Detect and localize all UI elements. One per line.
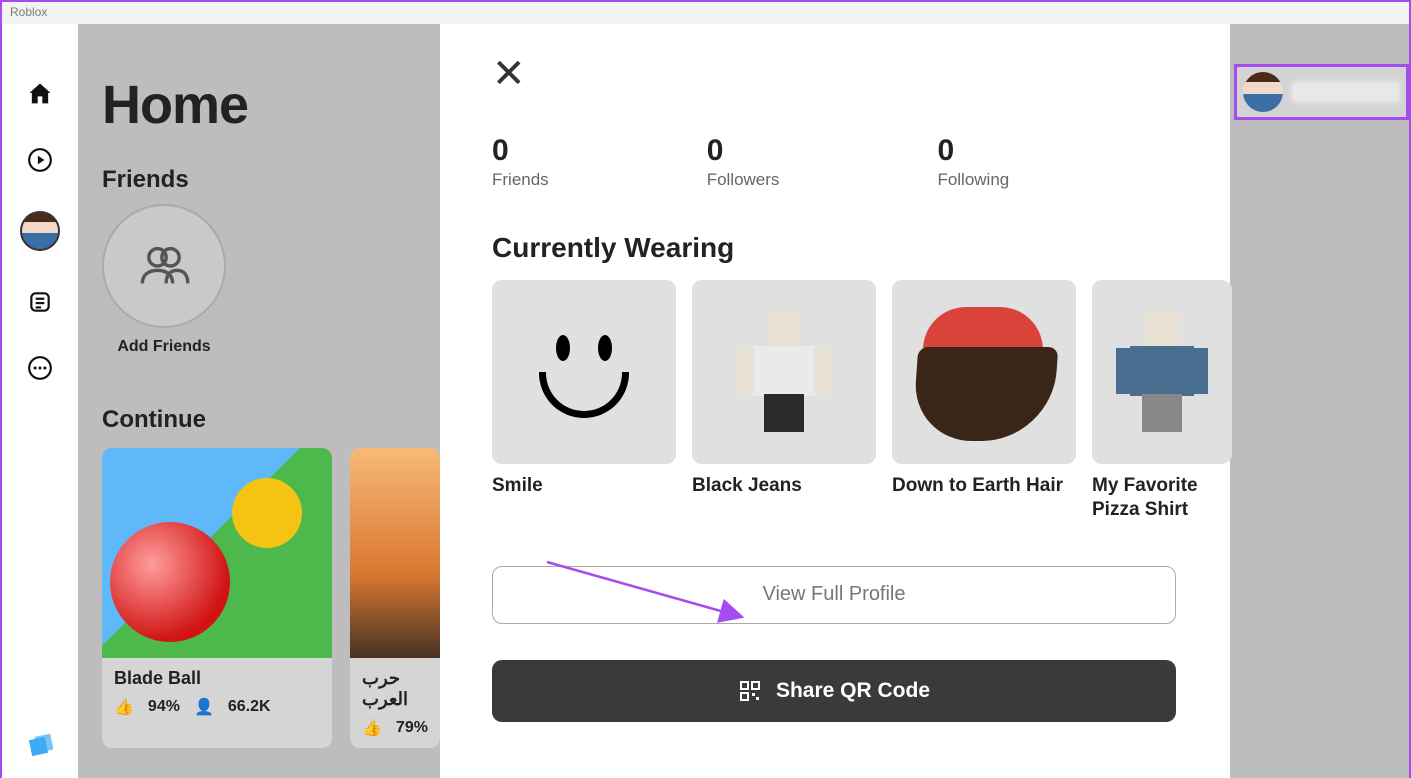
profile-side-panel: ✕ 0 Friends 0 Followers 0 Following Curr… xyxy=(440,24,1230,778)
thumbs-up-icon: 👍 xyxy=(114,697,134,717)
add-friends-button[interactable] xyxy=(102,204,226,328)
item-name: My Favorite Pizza Shirt xyxy=(1092,474,1232,522)
item-name: Smile xyxy=(492,474,676,498)
game-title: حرب العرب xyxy=(362,668,428,710)
username-blurred xyxy=(1291,81,1400,103)
game-thumbnail xyxy=(102,448,332,658)
view-full-profile-button[interactable]: View Full Profile xyxy=(492,566,1176,624)
left-sidebar xyxy=(2,24,78,778)
game-card[interactable]: حرب العرب 👍 79% xyxy=(350,448,440,748)
thumbs-up-icon: 👍 xyxy=(362,718,382,738)
stat-following[interactable]: 0 Following xyxy=(937,134,1009,190)
home-icon[interactable] xyxy=(25,79,55,109)
window-titlebar: Roblox xyxy=(2,2,1409,24)
share-qr-code-button[interactable]: Share QR Code xyxy=(492,660,1176,722)
wearing-item[interactable]: My Favorite Pizza Shirt xyxy=(1092,280,1232,522)
wearing-item[interactable]: Smile xyxy=(492,280,676,522)
wearing-items-row: Smile Black Jeans Down to Earth Hair xyxy=(492,280,1230,522)
stat-value: 0 xyxy=(707,134,780,168)
game-thumbnail xyxy=(350,448,440,658)
sidebar-avatar[interactable] xyxy=(20,211,60,251)
share-qr-label: Share QR Code xyxy=(776,679,930,703)
game-rating: 79% xyxy=(396,719,428,737)
stat-value: 0 xyxy=(492,134,549,168)
qr-icon xyxy=(738,679,762,703)
friends-icon xyxy=(138,240,190,292)
play-icon[interactable] xyxy=(25,145,55,175)
item-thumb-smile xyxy=(492,280,676,464)
close-icon[interactable]: ✕ xyxy=(492,54,1230,94)
item-thumb-jeans xyxy=(692,280,876,464)
wearing-item[interactable]: Down to Earth Hair xyxy=(892,280,1076,522)
notes-icon[interactable] xyxy=(25,287,55,317)
more-icon[interactable] xyxy=(25,353,55,383)
wearing-item[interactable]: Black Jeans xyxy=(692,280,876,522)
item-name: Black Jeans xyxy=(692,474,876,498)
stat-followers[interactable]: 0 Followers xyxy=(707,134,780,190)
stat-label: Following xyxy=(937,170,1009,190)
avatar xyxy=(1243,72,1283,112)
stat-label: Followers xyxy=(707,170,780,190)
stat-friends[interactable]: 0 Friends xyxy=(492,134,549,190)
currently-wearing-heading: Currently Wearing xyxy=(492,232,1230,264)
game-players: 66.2K xyxy=(228,698,271,716)
game-title: Blade Ball xyxy=(114,668,320,689)
roblox-logo-icon[interactable] xyxy=(27,732,53,758)
profile-badge-highlight[interactable] xyxy=(1234,64,1409,120)
item-thumb-pizza-shirt xyxy=(1092,280,1232,464)
players-icon: 👤 xyxy=(194,697,214,717)
item-name: Down to Earth Hair xyxy=(892,474,1076,498)
stat-label: Friends xyxy=(492,170,549,190)
item-thumb-hair xyxy=(892,280,1076,464)
game-rating: 94% xyxy=(148,698,180,716)
game-card[interactable]: Blade Ball 👍 94% 👤 66.2K xyxy=(102,448,332,748)
stat-value: 0 xyxy=(937,134,1009,168)
add-friends-label: Add Friends xyxy=(102,338,226,356)
